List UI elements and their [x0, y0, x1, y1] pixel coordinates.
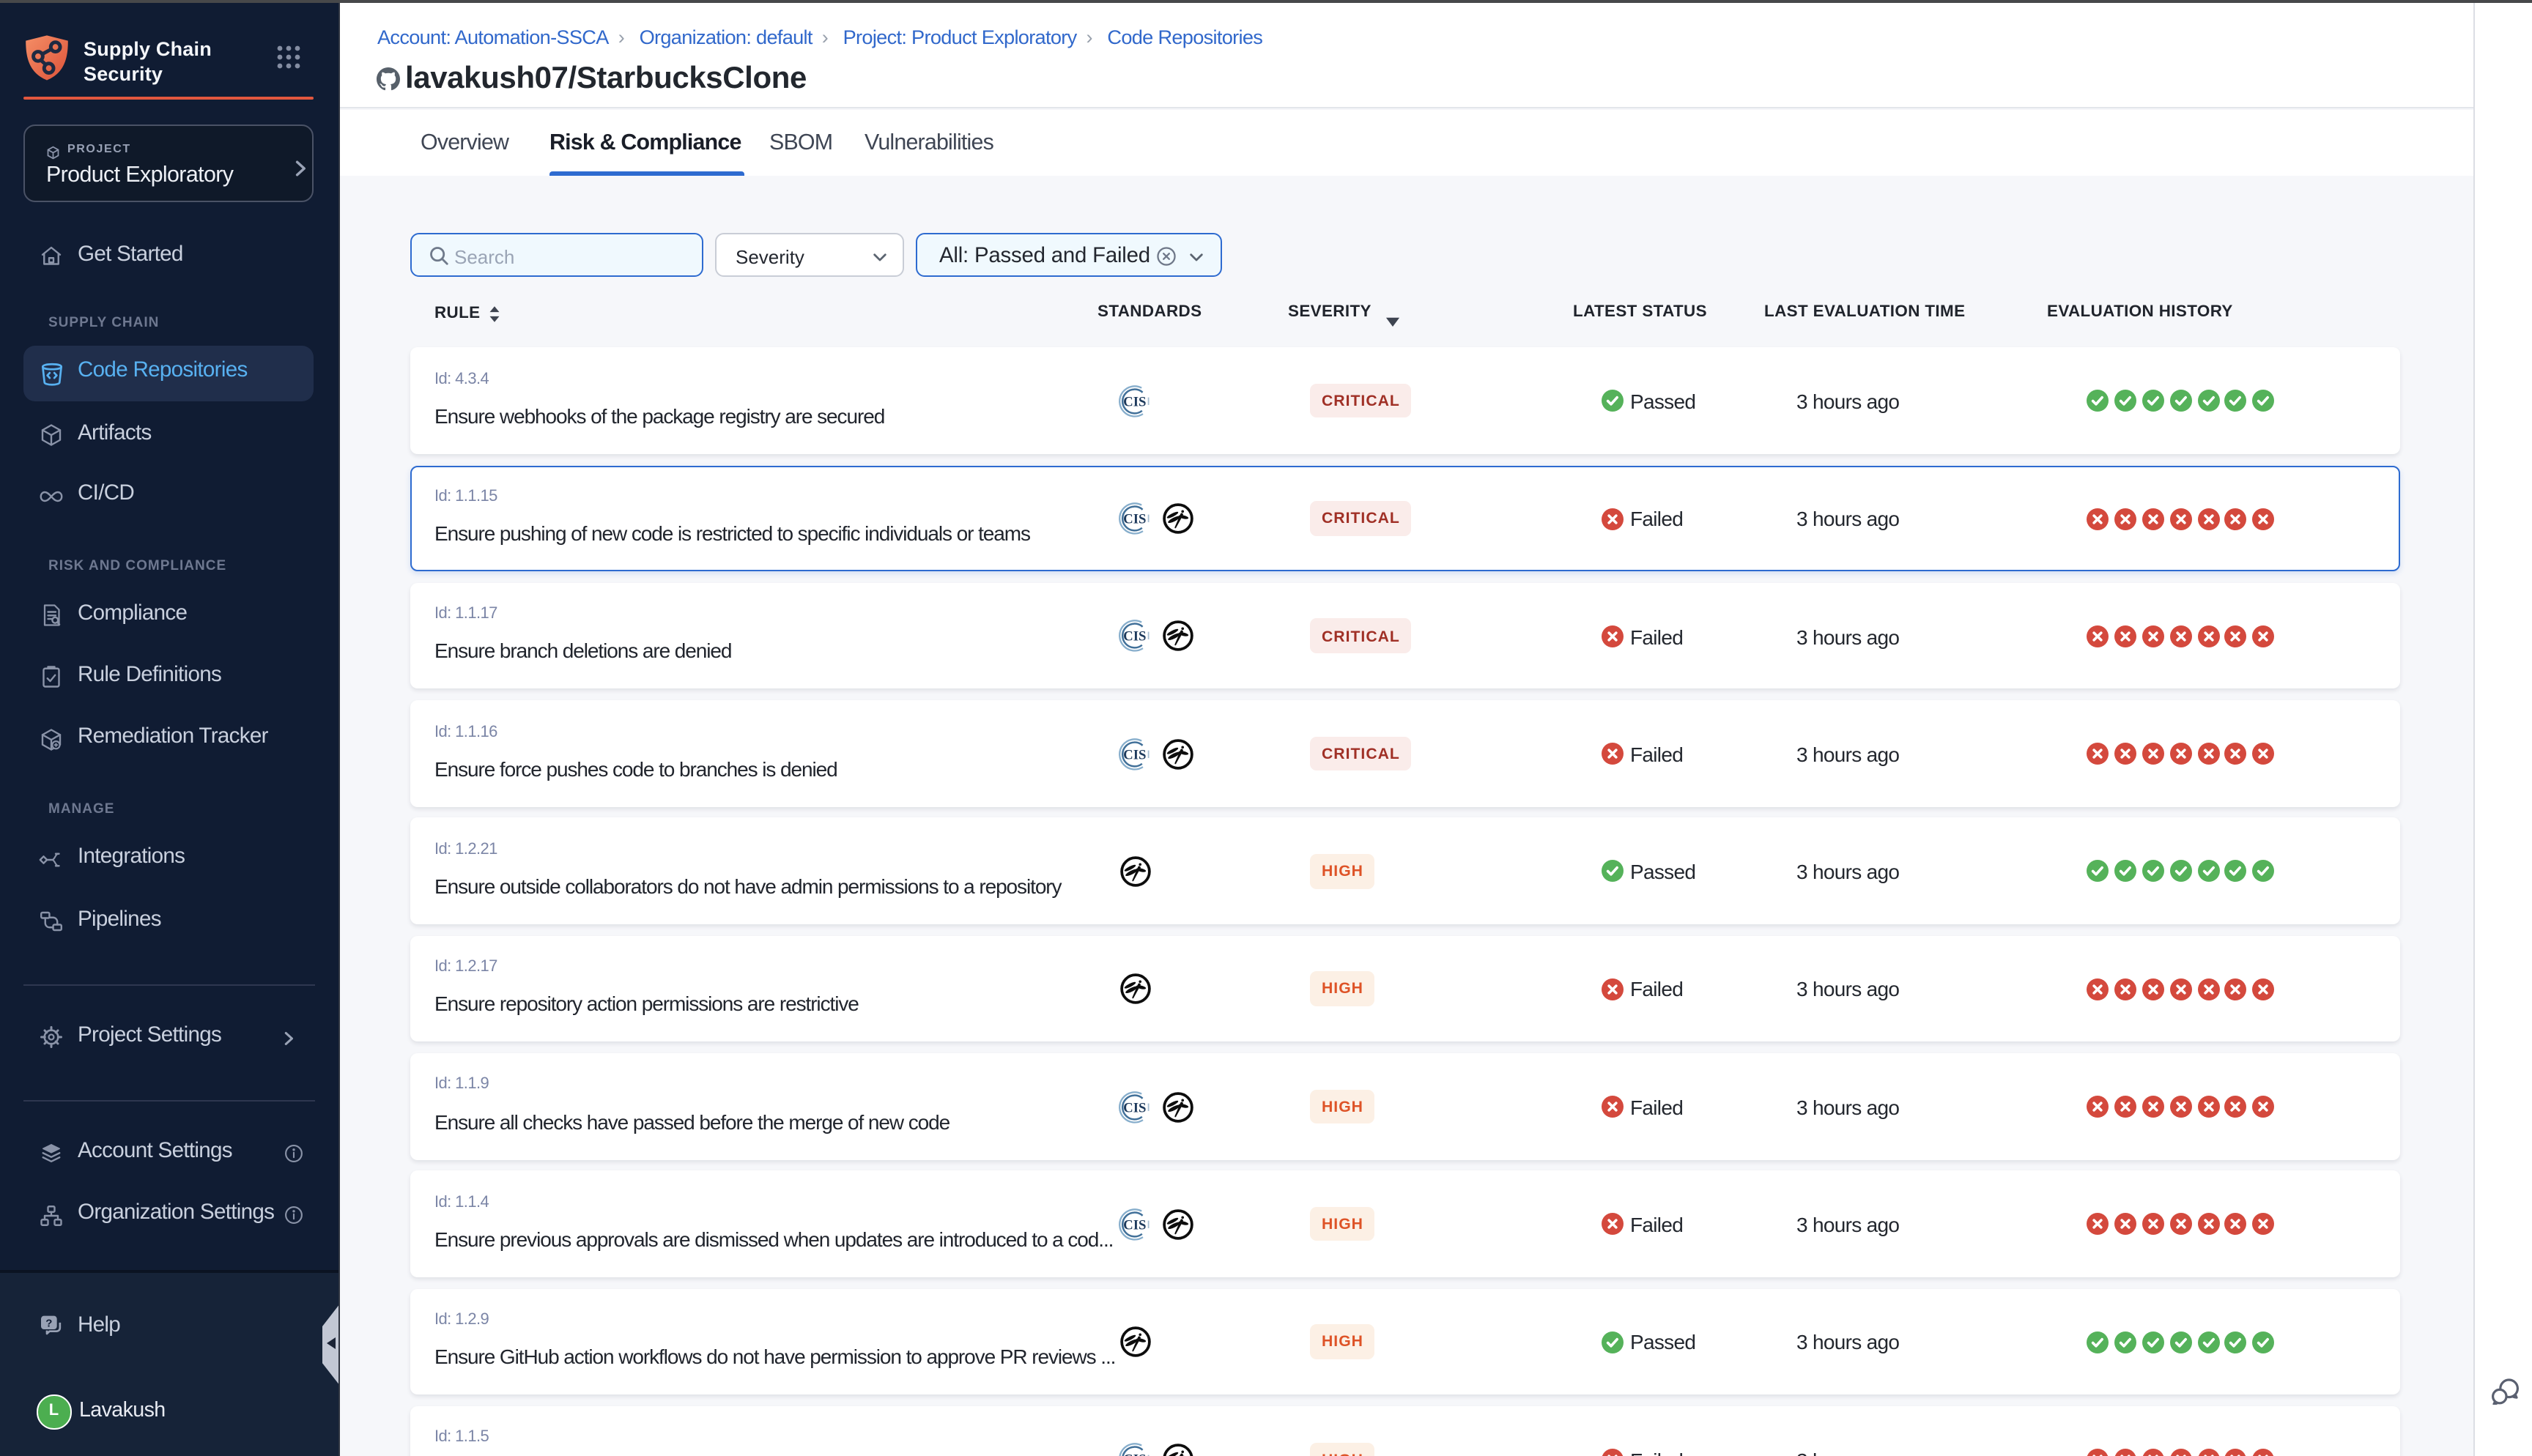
svg-text:CIS: CIS: [1122, 394, 1145, 409]
svg-text:?: ?: [45, 1317, 52, 1329]
svg-text:CIS: CIS: [1122, 1099, 1145, 1115]
svg-text:CIS: CIS: [1122, 511, 1145, 527]
svg-text:CIS: CIS: [1122, 747, 1145, 762]
svg-text:CIS: CIS: [1122, 629, 1145, 645]
svg-text:CIS: CIS: [1122, 1452, 1145, 1456]
svg-text:CIS: CIS: [1122, 1217, 1145, 1233]
